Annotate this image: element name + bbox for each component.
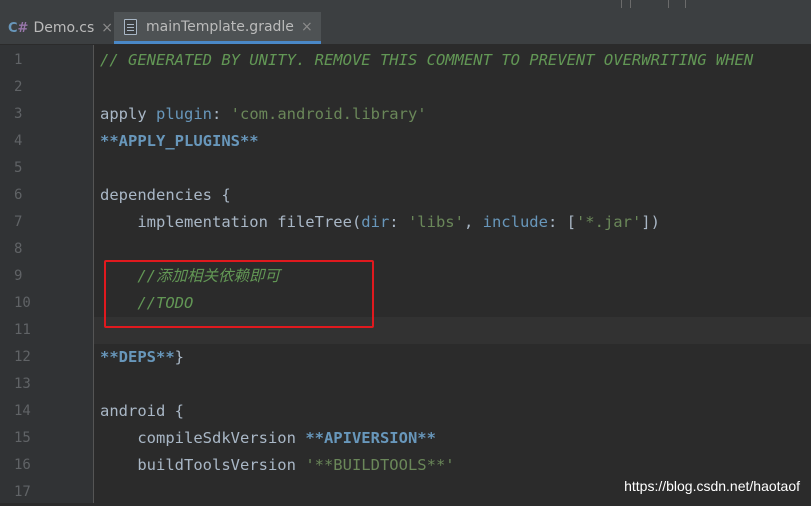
- tab-label: Demo.cs: [33, 20, 95, 36]
- csharp-file-icon: C#: [8, 20, 29, 36]
- line-number: 14: [14, 403, 31, 419]
- code-line-4: **APPLY_PLUGINS**: [100, 128, 259, 155]
- line-number-gutter: 1 2 3 4 5 6 7 8 9 10 11 12 13 14 15 16 1…: [0, 45, 94, 503]
- close-icon[interactable]: ×: [301, 19, 313, 35]
- close-icon[interactable]: ×: [101, 20, 113, 36]
- code-line-3: apply plugin: 'com.android.library': [100, 101, 427, 128]
- code-token: dir: [361, 213, 390, 231]
- code-line-14: android {: [100, 398, 184, 425]
- code-token: :: [212, 105, 231, 123]
- code-token: implementation fileTree(: [100, 213, 362, 231]
- code-token: 'com.android.library': [230, 105, 427, 123]
- code-token: '**BUILDTOOLS**': [305, 456, 455, 474]
- line-number: 15: [14, 430, 31, 446]
- code-token: ]): [641, 213, 660, 231]
- code-token: **APIVERSION**: [305, 429, 436, 447]
- window-control-tick: [685, 0, 686, 8]
- window-control-tick: [621, 0, 622, 8]
- line-number: 8: [14, 241, 23, 257]
- annotation-highlight-box: [104, 260, 374, 328]
- line-number: 4: [14, 133, 23, 149]
- gradle-file-icon: [124, 18, 137, 35]
- code-line-12: **DEPS**}: [100, 344, 184, 371]
- line-number: 13: [14, 376, 31, 392]
- tab-main-template-gradle[interactable]: mainTemplate.gradle ×: [114, 12, 321, 44]
- code-line-15: compileSdkVersion **APIVERSION**: [100, 425, 436, 452]
- tab-demo-cs[interactable]: C# Demo.cs ×: [8, 12, 113, 44]
- tab-label: mainTemplate.gradle: [146, 18, 294, 35]
- line-number: 12: [14, 349, 31, 365]
- code-token: **DEPS**: [100, 348, 175, 366]
- line-number: 11: [14, 322, 31, 338]
- code-token: 'libs': [407, 213, 464, 231]
- code-token: apply: [100, 105, 156, 123]
- window-control-tick: [668, 0, 669, 8]
- code-token: include: [482, 213, 548, 231]
- line-number: 16: [14, 457, 31, 473]
- line-number: 17: [14, 484, 31, 500]
- code-token: '*.jar': [575, 213, 642, 231]
- code-token: **APPLY_PLUGINS**: [100, 132, 259, 150]
- line-number: 7: [14, 214, 23, 230]
- window-control-tick: [630, 0, 631, 8]
- line-number: 1: [14, 52, 23, 68]
- code-token: }: [174, 348, 184, 366]
- code-line-6: dependencies {: [100, 182, 231, 209]
- code-token: :: [389, 213, 408, 231]
- code-line-1: // GENERATED BY UNITY. REMOVE THIS COMME…: [100, 47, 753, 74]
- code-token: : [: [547, 213, 576, 231]
- line-number: 3: [14, 106, 23, 122]
- line-number: 10: [14, 295, 31, 311]
- line-number: 5: [14, 160, 23, 176]
- code-token: dependencies {: [100, 186, 231, 204]
- code-line-16: buildToolsVersion '**BUILDTOOLS**': [100, 452, 455, 479]
- code-token: buildToolsVersion: [100, 456, 306, 474]
- line-number: 9: [14, 268, 23, 284]
- code-line-7: implementation fileTree(dir: 'libs', inc…: [100, 209, 660, 236]
- editor-tab-bar: C# Demo.cs × mainTemplate.gradle ×: [0, 12, 811, 45]
- code-token: plugin: [156, 105, 212, 123]
- line-number: 6: [14, 187, 23, 203]
- comment-text: // GENERATED BY UNITY. REMOVE THIS COMME…: [100, 51, 754, 69]
- code-token: android {: [100, 402, 184, 420]
- code-token: ,: [463, 213, 483, 231]
- watermark-text: https://blog.csdn.net/haotaof: [624, 478, 800, 494]
- code-token: compileSdkVersion: [100, 429, 306, 447]
- line-number: 2: [14, 79, 23, 95]
- code-editor[interactable]: 1 2 3 4 5 6 7 8 9 10 11 12 13 14 15 16 1…: [0, 45, 811, 503]
